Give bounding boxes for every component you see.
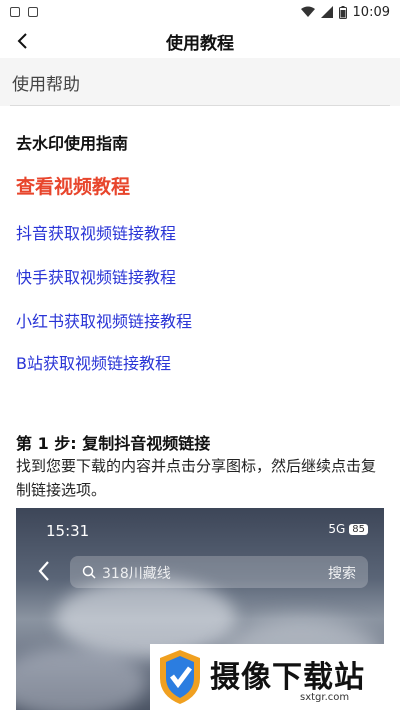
- chevron-left-icon: [38, 561, 49, 581]
- section-header-label: 使用帮助: [12, 75, 80, 95]
- kuaishou-tutorial-link[interactable]: 快手获取视频链接教程: [16, 264, 176, 288]
- screenshot-network: 5G: [328, 522, 346, 536]
- screenshot-search-button: 搜索: [328, 566, 356, 582]
- battery-icon: [338, 5, 347, 19]
- signal-icon: [320, 6, 333, 18]
- app-icon: [28, 7, 38, 17]
- screenshot-search-bar: 318川藏线 搜索: [70, 556, 368, 588]
- chevron-left-icon: [17, 33, 27, 49]
- screenshot-battery: 85: [349, 523, 368, 535]
- guide-title: 去水印使用指南: [16, 134, 129, 153]
- watermark-domain: sxtgr.com: [300, 692, 350, 703]
- title-bar: 使用教程: [0, 24, 400, 58]
- wifi-icon: [300, 6, 315, 17]
- bilibili-tutorial-link[interactable]: B站获取视频链接教程: [16, 350, 171, 374]
- site-logo-icon: [160, 650, 200, 704]
- status-time: 10:09: [352, 4, 390, 20]
- cloud: [16, 648, 146, 710]
- douyin-tutorial-link[interactable]: 抖音获取视频链接教程: [16, 220, 176, 244]
- divider: [10, 105, 390, 106]
- section-header: 使用帮助: [0, 58, 400, 106]
- screenshot-search-placeholder: 318川藏线: [102, 566, 171, 582]
- search-icon: [82, 565, 96, 579]
- xiaohongshu-tutorial-link[interactable]: 小红书获取视频链接教程: [16, 308, 192, 332]
- screenshot-time: 15:31: [46, 522, 90, 540]
- back-button[interactable]: [10, 28, 34, 54]
- page-title: 使用教程: [166, 33, 234, 54]
- mail-icon: [10, 7, 20, 17]
- step-title: 第 1 步: 复制抖音视频链接: [16, 434, 211, 453]
- step-description: 找到您要下载的内容并点击分享图标，然后继续点击复制链接选项。: [16, 457, 377, 499]
- status-bar: 10:09: [0, 0, 400, 24]
- watermark-text: 摄像下载站: [210, 660, 365, 695]
- watermark: 摄像下载站 sxtgr.com: [150, 644, 400, 710]
- video-tutorial-link[interactable]: 查看视频教程: [16, 172, 130, 199]
- screenshot-status: 5G 85: [328, 522, 368, 536]
